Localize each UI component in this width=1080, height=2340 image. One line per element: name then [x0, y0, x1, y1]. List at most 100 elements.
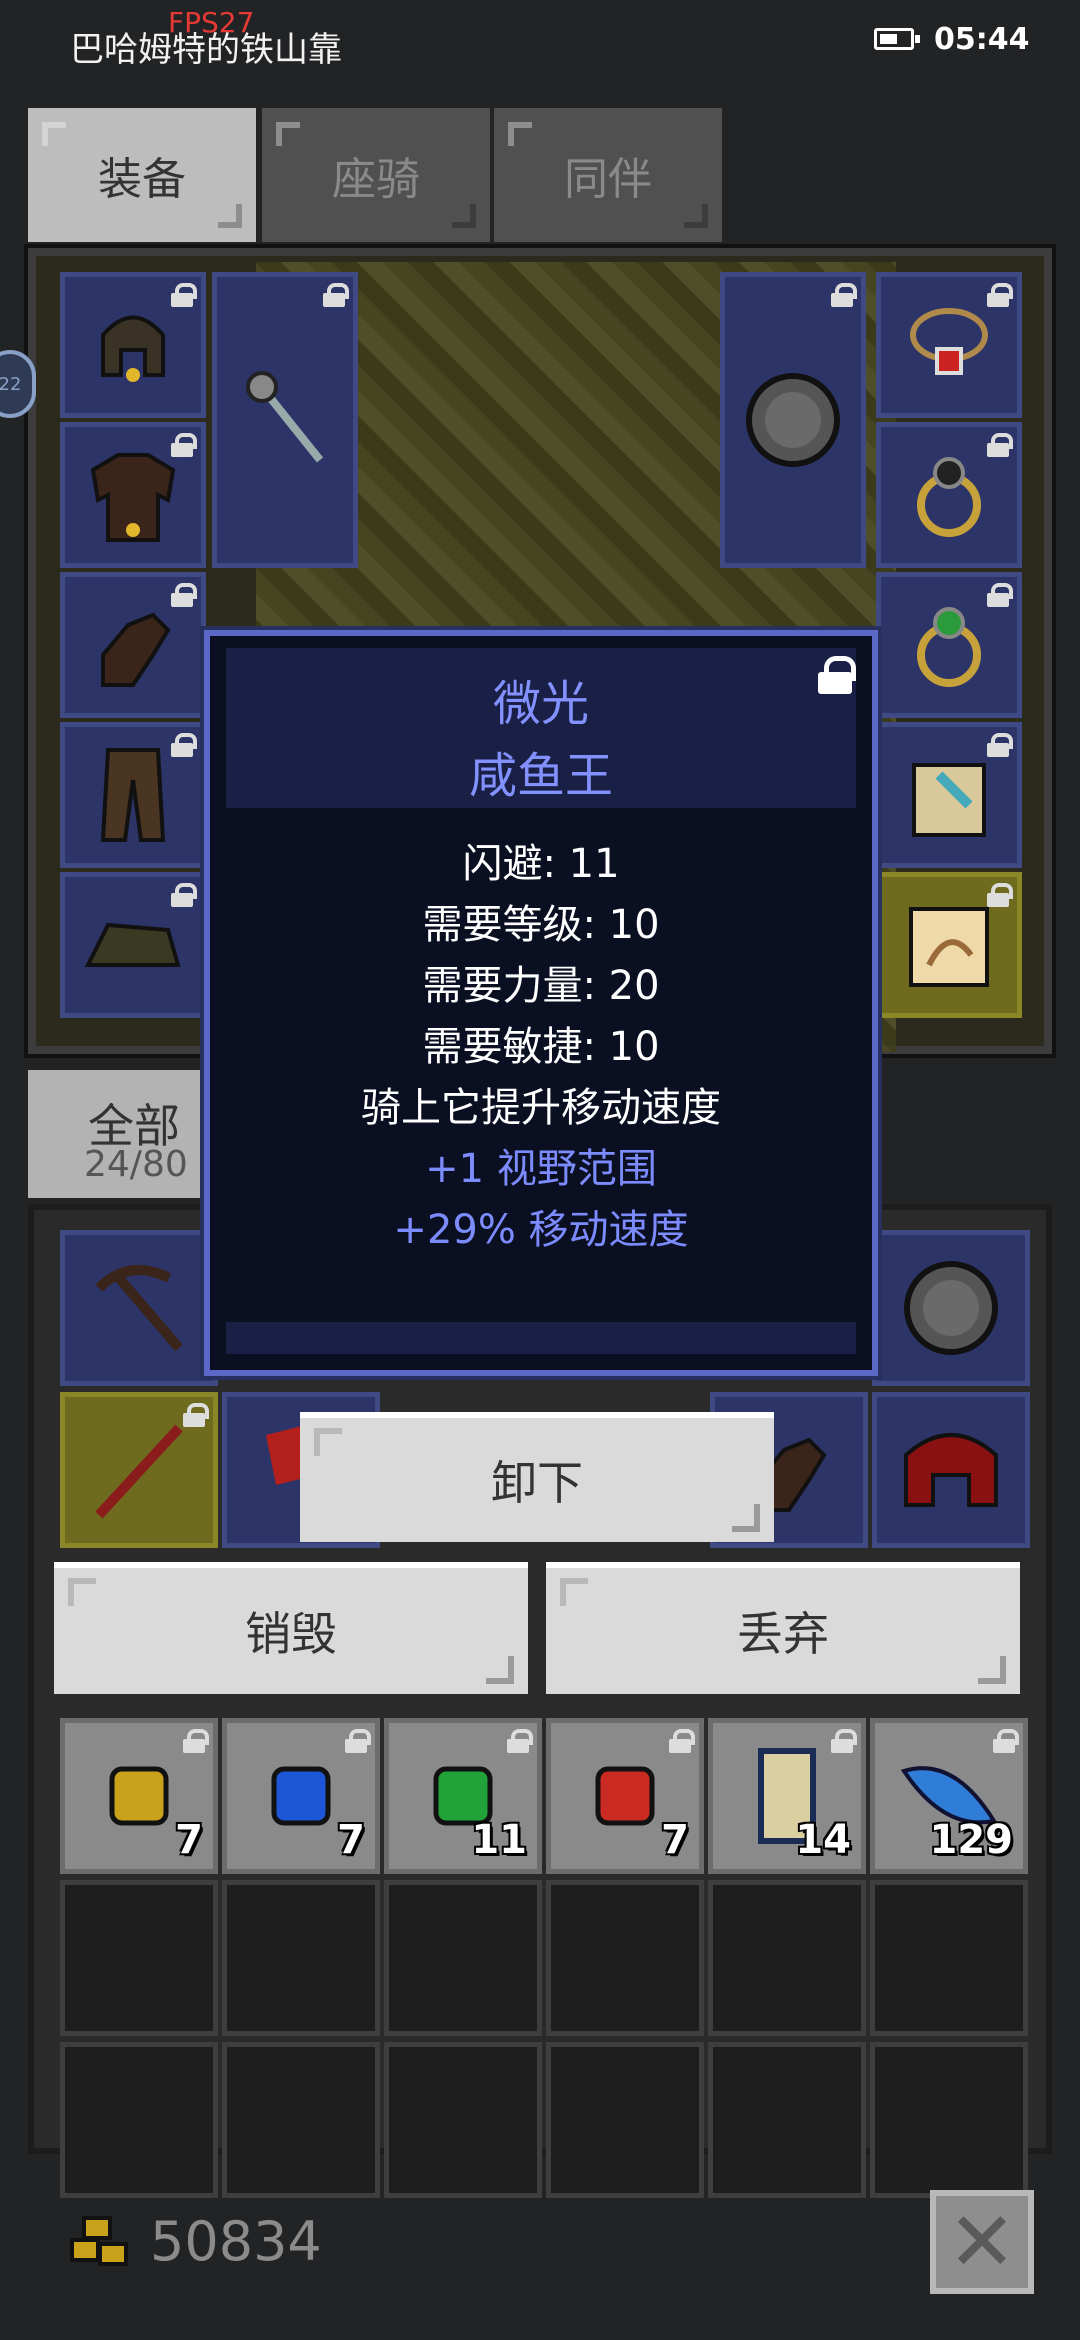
discard-label: 丢弃: [737, 1607, 829, 1661]
gloves-icon: [101, 612, 171, 687]
corner-ornament: [218, 204, 242, 228]
stat-line: 需要力量: 20: [422, 963, 660, 1009]
inventory-slot-consumable[interactable]: 14: [708, 1718, 866, 1874]
corner-ornament: [684, 204, 708, 228]
corner-ornament: [978, 1656, 1006, 1684]
lock-icon: [323, 283, 349, 307]
necklace-icon: [910, 308, 988, 375]
inventory-slot-empty[interactable]: [60, 1880, 218, 2036]
inventory-slot-empty[interactable]: [222, 1880, 380, 2036]
tooltip-footer: [226, 1322, 856, 1354]
inventory-slot-empty[interactable]: [870, 2042, 1028, 2198]
corner-ornament: [452, 204, 476, 228]
corner-ornament: [732, 1504, 760, 1532]
lock-icon: [345, 1729, 371, 1753]
unequip-button[interactable]: 卸下: [300, 1412, 774, 1542]
tab-equipment[interactable]: 装备: [28, 108, 256, 242]
slot-boots[interactable]: [60, 872, 206, 1018]
ring-icon: [917, 457, 981, 537]
item-quantity: 14: [795, 1817, 851, 1863]
slot-pet[interactable]: [876, 872, 1022, 1018]
inventory-slot-consumable[interactable]: 11: [384, 1718, 542, 1874]
inventory-slot-consumable[interactable]: 7: [546, 1718, 704, 1874]
category-count: 24/80: [84, 1144, 188, 1185]
staff-icon: [95, 1424, 183, 1519]
stat-line: 闪避: 11: [462, 841, 620, 887]
inventory-slot-empty[interactable]: [708, 1880, 866, 2036]
lock-icon: [183, 1729, 209, 1753]
slot-helmet[interactable]: [60, 272, 206, 418]
stat-line-bonus: +1 视野范围: [425, 1146, 657, 1192]
gold-coins-icon: [70, 2216, 128, 2266]
slot-ring-2[interactable]: [876, 572, 1022, 718]
lock-icon: [831, 283, 857, 307]
close-button[interactable]: ✕: [930, 2190, 1034, 2294]
lock-icon: [831, 1729, 857, 1753]
slot-offhand[interactable]: [720, 272, 866, 568]
battery-fill: [880, 34, 897, 44]
destroy-button[interactable]: 销毁: [54, 1562, 528, 1694]
inventory-slot-crossbow[interactable]: [60, 1230, 218, 1386]
item-quantity: 11: [471, 1817, 527, 1863]
inventory-slot-consumable[interactable]: 129: [870, 1718, 1028, 1874]
tab-label: 装备: [98, 154, 186, 205]
item-quantity: 7: [175, 1817, 203, 1863]
tab-label: 同伴: [564, 154, 652, 205]
item-tooltip: 微光 咸鱼王 闪避: 11 需要等级: 10 需要力量: 20 需要敏捷: 10…: [204, 630, 878, 1376]
inventory-slot-empty[interactable]: [384, 1880, 542, 2036]
slot-ring-1[interactable]: [876, 422, 1022, 568]
armor-icon: [90, 453, 176, 542]
stat-line-bonus: +29% 移动速度: [393, 1207, 689, 1253]
mace-icon: [246, 371, 324, 463]
slot-pants[interactable]: [60, 722, 206, 868]
shield-icon: [904, 1261, 998, 1355]
pants-icon: [100, 748, 166, 842]
boots-icon: [84, 922, 181, 967]
corner-ornament: [560, 1578, 588, 1606]
inventory-slot-red-helmet[interactable]: [872, 1392, 1030, 1548]
slot-amulet[interactable]: [876, 722, 1022, 868]
item-name: 咸鱼王: [468, 748, 613, 804]
ring-icon: [917, 607, 981, 687]
tab-label: 座骑: [332, 154, 420, 205]
lock-icon: [669, 1729, 695, 1753]
blue-gem-icon: [271, 1766, 331, 1826]
item-quantity: 7: [661, 1817, 689, 1863]
inventory-slot-staff[interactable]: [60, 1392, 218, 1548]
inventory-slot-empty[interactable]: [708, 2042, 866, 2198]
gold-amount: 50834: [150, 2210, 322, 2273]
inventory-slot-empty[interactable]: [384, 2042, 542, 2198]
unequip-label: 卸下: [491, 1456, 583, 1510]
tab-mount[interactable]: 座骑: [262, 108, 490, 242]
stat-line: 需要敏捷: 10: [422, 1024, 660, 1070]
stat-line: 骑上它提升移动速度: [361, 1085, 721, 1131]
amulet-icon: [912, 763, 986, 837]
inventory-slot-consumable[interactable]: 7: [222, 1718, 380, 1874]
helmet-icon: [101, 315, 165, 382]
discard-button[interactable]: 丢弃: [546, 1562, 1020, 1694]
yellow-gem-icon: [109, 1766, 169, 1826]
inventory-slot-shield[interactable]: [872, 1230, 1030, 1386]
lock-icon: [507, 1729, 533, 1753]
fps-counter: FPS27: [168, 6, 255, 39]
slot-gloves[interactable]: [60, 572, 206, 718]
battery-icon: [874, 28, 920, 50]
pet-scroll-icon: [909, 907, 989, 987]
slot-weapon[interactable]: [212, 272, 358, 568]
inventory-slot-empty[interactable]: [60, 2042, 218, 2198]
inventory-slot-empty[interactable]: [222, 2042, 380, 2198]
slot-armor[interactable]: [60, 422, 206, 568]
tab-companion[interactable]: 同伴: [494, 108, 722, 242]
corner-ornament: [508, 122, 532, 146]
inventory-slot-empty[interactable]: [546, 2042, 704, 2198]
inventory-slot-empty[interactable]: [546, 1880, 704, 2036]
stat-line: 需要等级: 10: [422, 902, 660, 948]
slot-necklace[interactable]: [876, 272, 1022, 418]
category-tab-all[interactable]: 全部 24/80: [28, 1070, 200, 1198]
inventory-slot-empty[interactable]: [870, 1880, 1028, 2036]
shield-icon: [746, 373, 840, 467]
item-quality: 微光: [492, 676, 589, 732]
inventory-slot-consumable[interactable]: 7: [60, 1718, 218, 1874]
side-badge[interactable]: 22: [0, 350, 36, 418]
destroy-label: 销毁: [245, 1607, 337, 1661]
